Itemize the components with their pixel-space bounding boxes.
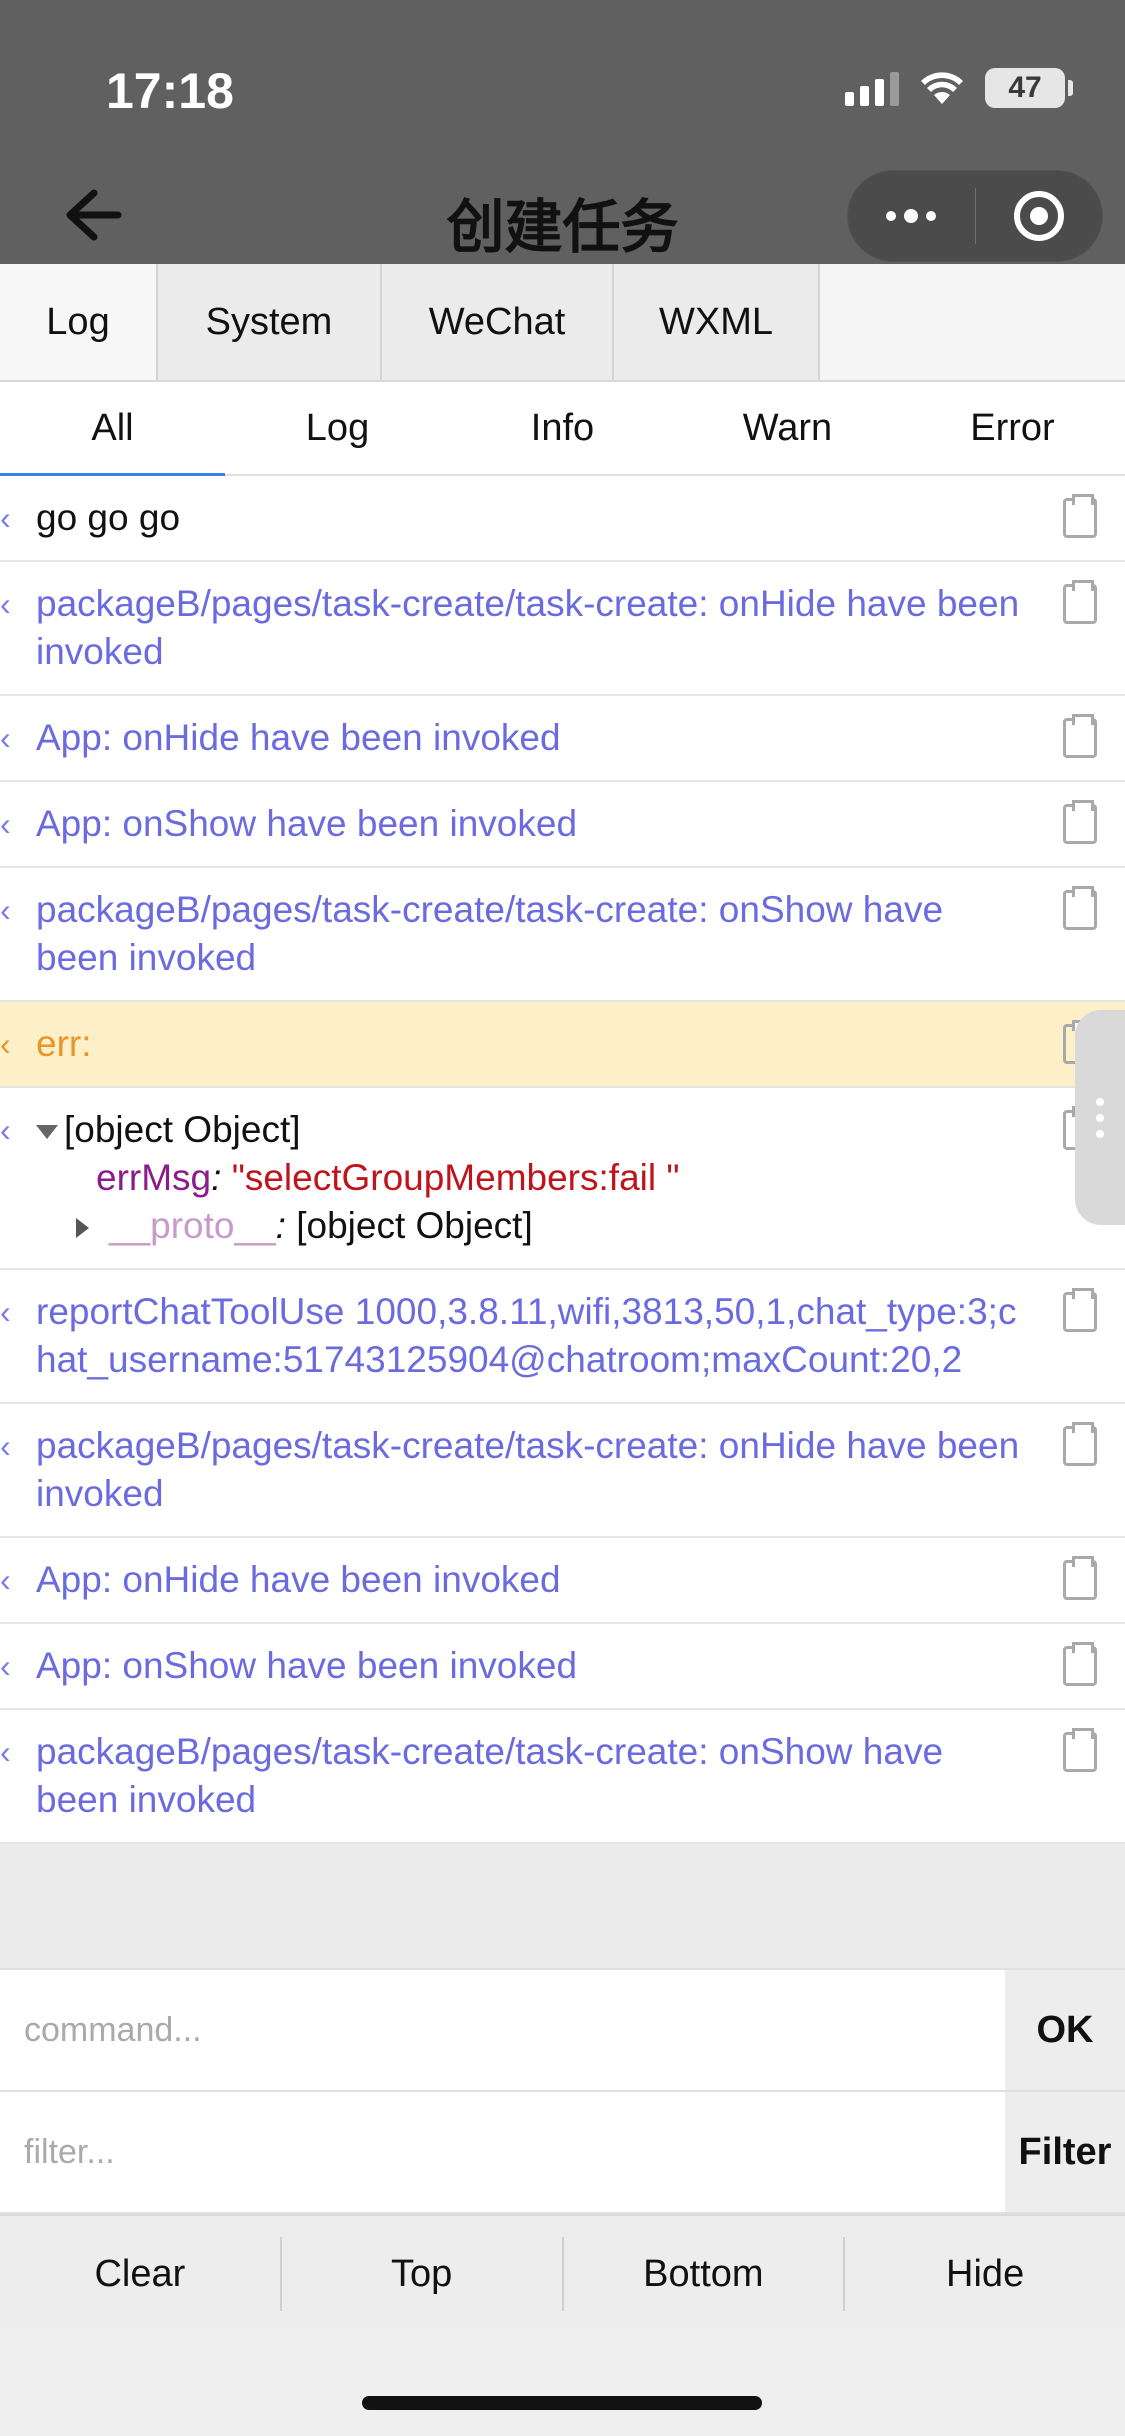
chevron-left-icon: ‹ [0, 1026, 11, 1062]
log-message: App: onShow have been invoked [36, 803, 578, 844]
log-row: ‹ go go go [0, 476, 1125, 562]
log-message: App: onHide have been invoked [36, 717, 561, 758]
property-value: "selectGroupMembers:fail " [231, 1157, 680, 1198]
object-summary-line[interactable]: [object Object] [36, 1106, 1035, 1154]
cellular-signal-icon [845, 70, 899, 106]
battery-level: 47 [1008, 71, 1042, 104]
log-row: ‹ reportChatToolUse 1000,3.8.11,wifi,381… [0, 1270, 1125, 1404]
clear-button[interactable]: Clear [0, 2237, 282, 2311]
chevron-left-icon: ‹ [0, 500, 11, 536]
expand-right-icon [76, 1218, 89, 1239]
tab-system[interactable]: System [158, 264, 382, 380]
tab-wechat[interactable]: WeChat [382, 264, 614, 380]
copy-icon[interactable] [1063, 800, 1097, 844]
log-message: packageB/pages/task-create/task-create: … [36, 1731, 944, 1820]
object-summary: [object Object] [64, 1109, 301, 1150]
copy-icon[interactable] [1063, 1288, 1097, 1332]
log-message: App: onShow have been invoked [36, 1645, 578, 1686]
close-button[interactable] [976, 171, 1103, 261]
object-proto-line[interactable]: __proto__: [object Object] [36, 1202, 1035, 1250]
log-row: ‹ App: onShow have been invoked [0, 782, 1125, 868]
tab-log[interactable]: Log [0, 264, 158, 380]
tab-wxml[interactable]: WXML [614, 264, 820, 380]
more-dots-icon [886, 209, 937, 223]
log-row-warn: ‹ err: [0, 1002, 1125, 1088]
copy-icon[interactable] [1063, 1556, 1097, 1600]
copy-icon[interactable] [1063, 494, 1097, 538]
chevron-left-icon: ‹ [0, 806, 11, 842]
bottom-button[interactable]: Bottom [564, 2237, 846, 2311]
target-close-icon [1013, 191, 1064, 241]
chevron-left-icon: ‹ [0, 1734, 11, 1770]
home-indicator-area [0, 2332, 1125, 2436]
back-button[interactable] [60, 185, 130, 245]
command-row: OK [0, 1970, 1125, 2092]
subtab-info[interactable]: Info [450, 382, 675, 474]
copy-icon[interactable] [1063, 886, 1097, 930]
filter-row: Filter [0, 2092, 1125, 2214]
chevron-left-icon: ‹ [0, 720, 11, 756]
log-row: ‹ packageB/pages/task-create/task-create… [0, 562, 1125, 696]
chevron-left-icon: ‹ [0, 1112, 11, 1148]
more-button[interactable] [848, 171, 975, 261]
chevron-left-icon: ‹ [0, 586, 11, 622]
chevron-left-icon: ‹ [0, 1562, 11, 1598]
main-tabs: Log System WeChat WXML [0, 264, 1125, 382]
subtab-log[interactable]: Log [225, 382, 450, 474]
log-message: reportChatToolUse 1000,3.8.11,wifi,3813,… [36, 1291, 1017, 1380]
log-row: ‹ App: onHide have been invoked [0, 696, 1125, 782]
log-list: ‹ go go go ‹ packageB/pages/task-create/… [0, 476, 1125, 1844]
side-drag-handle[interactable] [1075, 1010, 1125, 1225]
hide-button[interactable]: Hide [845, 2237, 1125, 2311]
status-time: 17:18 [106, 63, 234, 119]
copy-icon[interactable] [1063, 714, 1097, 758]
log-message: packageB/pages/task-create/task-create: … [36, 583, 1020, 672]
copy-icon[interactable] [1063, 1422, 1097, 1466]
copy-icon[interactable] [1063, 580, 1097, 624]
log-message: App: onHide have been invoked [36, 1559, 561, 1600]
filter-button[interactable]: Filter [1005, 2092, 1125, 2212]
chevron-left-icon: ‹ [0, 1648, 11, 1684]
subtab-warn[interactable]: Warn [675, 382, 900, 474]
log-message: err: [36, 1023, 92, 1064]
battery-icon: 47 [985, 68, 1073, 108]
bottom-toolbar: Clear Top Bottom Hide [0, 2214, 1125, 2332]
back-arrow-icon [66, 189, 122, 241]
log-row: ‹ packageB/pages/task-create/task-create… [0, 868, 1125, 1002]
chevron-left-icon: ‹ [0, 892, 11, 928]
chevron-left-icon: ‹ [0, 1428, 11, 1464]
property-key: errMsg [96, 1157, 212, 1198]
log-message: packageB/pages/task-create/task-create: … [36, 889, 944, 978]
home-indicator[interactable] [362, 2396, 762, 2410]
log-row: ‹ App: onShow have been invoked [0, 1624, 1125, 1710]
mini-program-capsule [847, 170, 1103, 262]
log-row: ‹ App: onHide have been invoked [0, 1538, 1125, 1624]
copy-icon[interactable] [1063, 1728, 1097, 1772]
top-bar: 17:18 47 创建任务 [0, 0, 1125, 264]
proto-key: __proto__ [109, 1205, 276, 1246]
command-input[interactable] [0, 1970, 1005, 2090]
expand-down-icon [36, 1125, 58, 1140]
log-row: ‹ packageB/pages/task-create/task-create… [0, 1404, 1125, 1538]
subtab-all[interactable]: All [0, 382, 225, 476]
status-indicators: 47 [845, 66, 1073, 110]
object-property-line: errMsg: "selectGroupMembers:fail " [96, 1157, 680, 1198]
log-message: go go go [36, 497, 181, 538]
console-inputs: OK Filter [0, 1968, 1125, 2214]
wifi-icon [919, 70, 965, 106]
top-button[interactable]: Top [282, 2237, 564, 2311]
log-row: ‹ packageB/pages/task-create/task-create… [0, 1710, 1125, 1844]
log-row-object: ‹ [object Object] errMsg: "selectGroupMe… [0, 1088, 1125, 1270]
chevron-left-icon: ‹ [0, 1294, 11, 1330]
log-message: packageB/pages/task-create/task-create: … [36, 1425, 1020, 1514]
proto-value: [object Object] [296, 1205, 533, 1246]
copy-icon[interactable] [1063, 1642, 1097, 1686]
subtab-error[interactable]: Error [900, 382, 1125, 474]
ok-button[interactable]: OK [1005, 1970, 1125, 2090]
log-level-tabs: All Log Info Warn Error [0, 382, 1125, 476]
object-tree: [object Object] errMsg: "selectGroupMemb… [36, 1106, 1035, 1250]
vertical-dots-icon [1096, 1097, 1104, 1138]
filter-input[interactable] [0, 2092, 1005, 2212]
